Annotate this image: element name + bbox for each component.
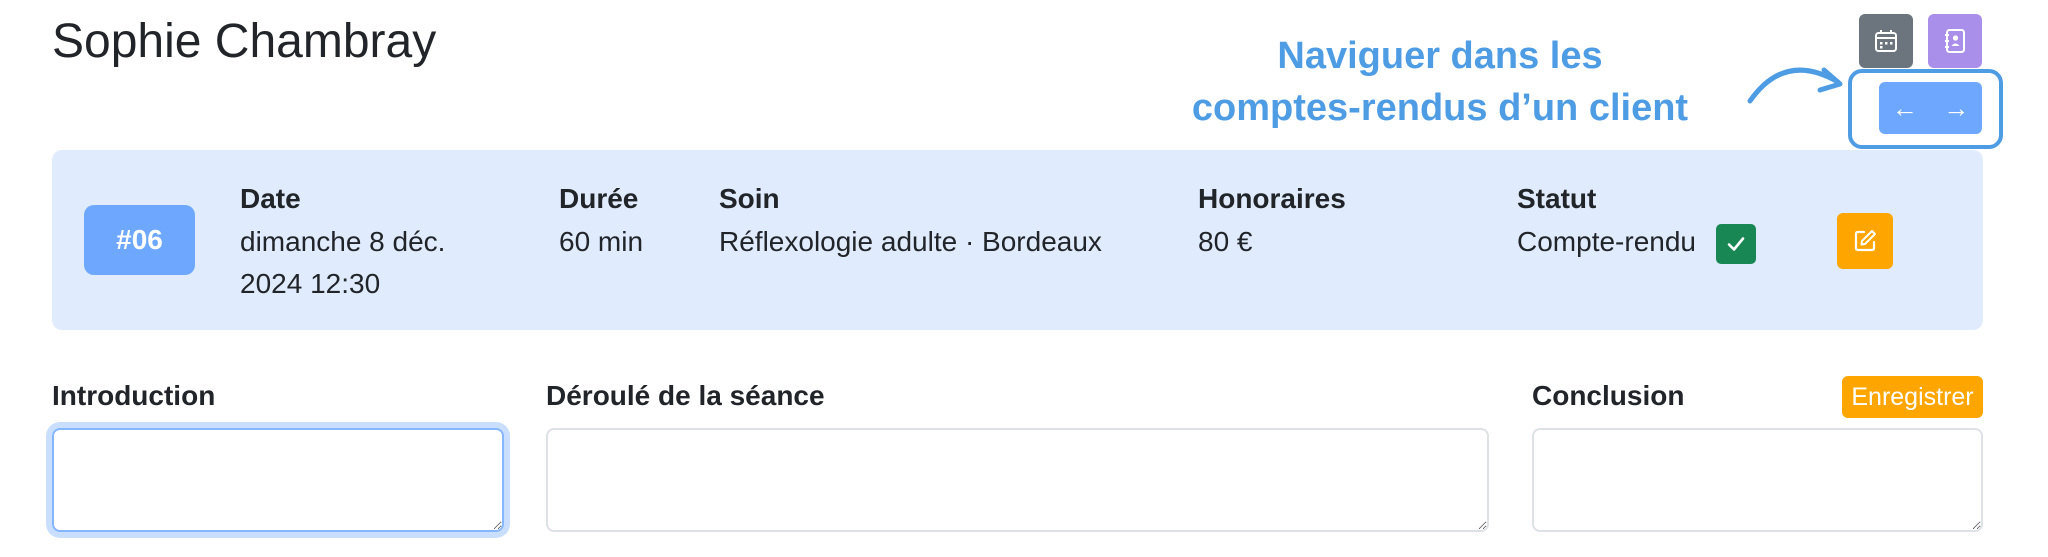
date-value-line-2: 2024 12:30 xyxy=(240,268,381,299)
calendar-button[interactable] xyxy=(1859,14,1913,68)
check-icon xyxy=(1727,237,1745,251)
conclusion-textarea[interactable] xyxy=(1532,428,1983,532)
date-value-line-1: dimanche 8 déc. xyxy=(240,226,446,257)
status-checkbox[interactable] xyxy=(1716,224,1756,264)
introduction-textarea[interactable] xyxy=(52,428,504,532)
statut-label: Statut xyxy=(1517,183,1597,214)
deroule-label: Déroulé de la séance xyxy=(546,380,825,411)
deroule-textarea[interactable] xyxy=(546,428,1489,532)
arrow-right-icon: → xyxy=(1943,92,1970,123)
annotation-line-2: comptes-rendus d’un client xyxy=(1191,87,1689,129)
navigation-annotation: Naviguer dans les comptes-rendus d’un cl… xyxy=(1130,30,1750,134)
edit-icon xyxy=(1854,230,1876,252)
honoraires-value: 80 € xyxy=(1198,226,1253,257)
annotation-line-1: Naviguer dans les xyxy=(1277,35,1603,77)
introduction-label: Introduction xyxy=(52,380,216,411)
previous-report-button[interactable]: ← xyxy=(1879,82,1931,134)
annotation-arrow-icon xyxy=(1747,67,1843,104)
client-name: Sophie Chambray xyxy=(52,15,437,68)
save-button[interactable]: Enregistrer xyxy=(1842,376,1983,418)
duree-label: Durée xyxy=(559,183,639,214)
soin-label: Soin xyxy=(719,183,780,214)
soin-value: Réflexologie adulte · Bordeaux xyxy=(719,226,1102,257)
next-report-button[interactable]: → xyxy=(1931,82,1983,134)
contact-book-icon xyxy=(1945,29,1965,53)
seance-number-badge: #06 xyxy=(84,205,195,275)
report-navigation: ← → xyxy=(1879,82,1982,134)
date-label: Date xyxy=(240,183,301,214)
conclusion-label: Conclusion xyxy=(1532,380,1685,411)
edit-seance-button[interactable] xyxy=(1837,213,1893,269)
duree-value: 60 min xyxy=(559,226,644,257)
statut-value: Compte-rendu xyxy=(1517,226,1696,257)
honoraires-label: Honoraires xyxy=(1198,183,1346,214)
contact-button[interactable] xyxy=(1928,14,1982,68)
arrow-left-icon: ← xyxy=(1891,92,1918,123)
calendar-icon xyxy=(1875,30,1897,52)
